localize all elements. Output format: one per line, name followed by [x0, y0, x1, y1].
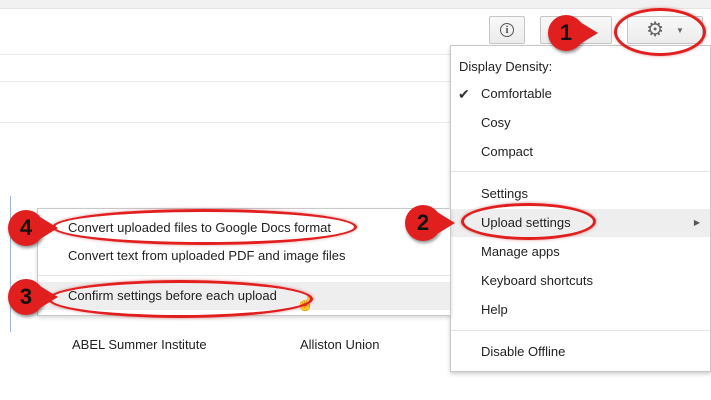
- display-density-header: Display Density:: [459, 59, 553, 74]
- top-bar: [0, 0, 711, 9]
- file-row-name[interactable]: ABEL Summer Institute: [72, 337, 207, 352]
- callout-ring-3: [48, 280, 313, 318]
- menu-item-compact[interactable]: Compact: [451, 138, 710, 166]
- callout-ring-4: [52, 209, 357, 245]
- callout-ring-2: [461, 203, 596, 240]
- chevron-right-icon: ▶: [693, 218, 700, 227]
- divider: [0, 81, 450, 82]
- marker-2: 2: [405, 205, 455, 241]
- menu-item-disable-offline[interactable]: Disable Offline: [451, 338, 710, 366]
- marker-4: 4: [8, 210, 58, 246]
- submenu-separator: [38, 275, 450, 276]
- menu-separator: [451, 171, 710, 172]
- callout-ring-1: [614, 8, 706, 56]
- menu-item-help[interactable]: Help: [451, 296, 710, 324]
- menu-item-keyboard-shortcuts[interactable]: Keyboard shortcuts: [451, 267, 710, 295]
- file-row-owner: Alliston Union: [300, 337, 380, 352]
- menu-item-comfortable[interactable]: ✔ Comfortable: [451, 80, 710, 108]
- menu-item-cosy[interactable]: Cosy: [451, 109, 710, 137]
- submenu-item-convert-text[interactable]: Convert text from uploaded PDF and image…: [38, 242, 450, 270]
- divider: [0, 122, 450, 123]
- menu-item-settings[interactable]: Settings: [451, 180, 710, 208]
- info-icon: i: [500, 23, 514, 37]
- marker-3: 3: [8, 279, 58, 315]
- menu-separator: [451, 330, 710, 331]
- menu-item-manage-apps[interactable]: Manage apps: [451, 238, 710, 266]
- marker-1: 1: [548, 15, 598, 51]
- details-button[interactable]: i: [489, 16, 525, 44]
- divider: [0, 54, 450, 55]
- checkmark-icon: ✔: [458, 86, 470, 102]
